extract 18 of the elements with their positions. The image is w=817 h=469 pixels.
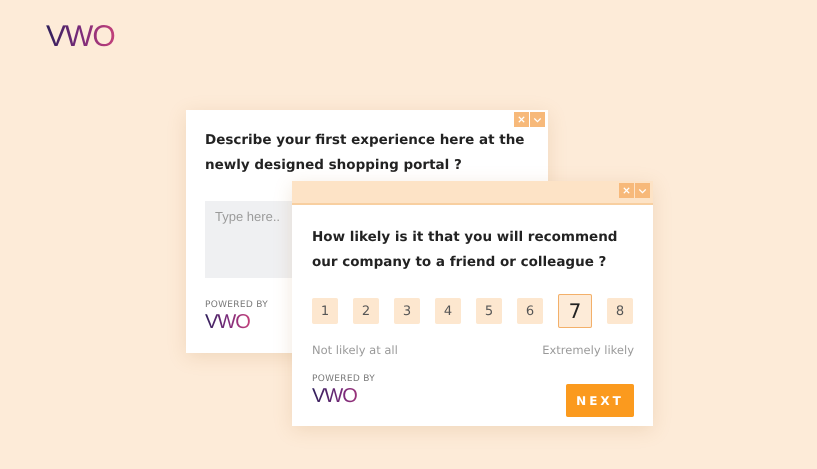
rating-option[interactable]: 2 (353, 298, 379, 324)
high-label: Extremely likely (542, 343, 634, 357)
powered-by-label: POWERED BY (312, 374, 376, 384)
rating-option[interactable]: 7 (558, 294, 592, 328)
rating-option[interactable]: 6 (517, 298, 543, 324)
chevron-down-icon[interactable] (530, 112, 545, 127)
low-label: Not likely at all (312, 343, 398, 357)
rating-option[interactable]: 5 (476, 298, 502, 324)
question-text: Describe your first experience here at the newly designed shopping portal ? (205, 131, 525, 175)
chevron-down-icon[interactable] (635, 183, 650, 198)
rating-option[interactable]: 3 (394, 298, 420, 324)
question-text: How likely is it that you will recommend our company to a friend or colleague ? (312, 228, 618, 272)
close-icon[interactable] (619, 183, 634, 198)
answer-field[interactable]: Type here.. (205, 201, 292, 278)
rating-option[interactable]: 8 (607, 298, 633, 324)
close-icon[interactable] (514, 112, 529, 127)
rating-option[interactable]: 1 (312, 298, 338, 324)
rating-option[interactable]: 4 (435, 298, 461, 324)
